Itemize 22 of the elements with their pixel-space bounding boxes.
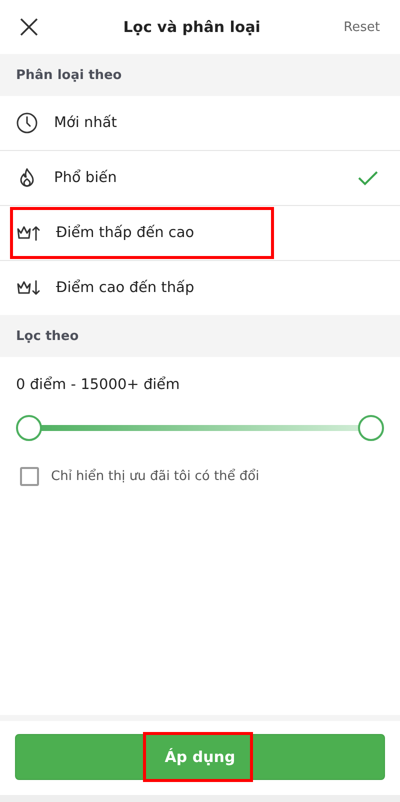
range-text: 0 điểm - 15000+ điểm xyxy=(16,377,181,393)
option-label: Mới nhất xyxy=(54,115,118,131)
checkbox[interactable] xyxy=(20,467,39,486)
sort-option[interactable]: Điểm thấp đến cao xyxy=(0,206,400,261)
crown-down-arrow-icon xyxy=(16,279,40,297)
sort-option[interactable]: Điểm cao đến thấp xyxy=(0,261,400,315)
clock-icon xyxy=(16,112,38,134)
sort-option[interactable]: Mới nhất xyxy=(0,96,400,151)
close-button[interactable] xyxy=(18,16,40,38)
option-label: Điểm cao đến thấp xyxy=(56,280,196,296)
option-label: Điểm thấp đến cao xyxy=(56,225,196,241)
slider-handle[interactable] xyxy=(358,415,384,441)
sort-option[interactable]: Phổ biến xyxy=(0,151,400,206)
checkbox-label: Chỉ hiển thị ưu đãi tôi có thể đổi xyxy=(51,469,260,484)
option-label: Phổ biến xyxy=(54,170,118,186)
close-icon xyxy=(18,16,40,38)
reset-button[interactable]: Reset xyxy=(344,20,380,34)
section-title: Phân loại theo xyxy=(16,68,122,82)
crown-up-arrow-icon xyxy=(16,224,40,242)
section-title: Lọc theo xyxy=(16,328,79,344)
screen-title: Lọc và phân loại xyxy=(123,18,260,36)
slider-handle[interactable] xyxy=(16,415,42,441)
